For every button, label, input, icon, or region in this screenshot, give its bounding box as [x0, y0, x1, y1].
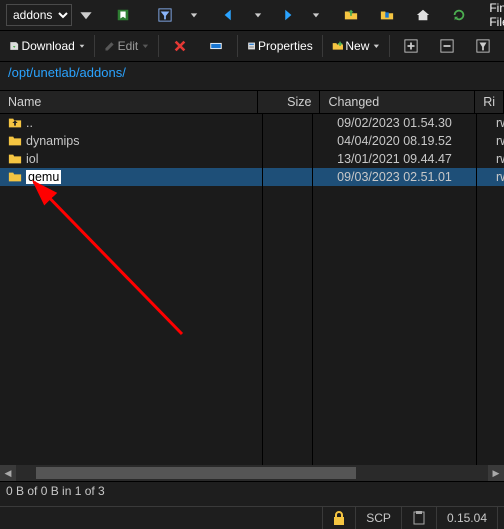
- table-row[interactable]: .. 09/02/2023 01.54.30rw: [0, 114, 504, 132]
- folder-icon: [8, 170, 22, 184]
- download-button[interactable]: Download: [4, 33, 90, 59]
- home-button[interactable]: [406, 2, 440, 28]
- file-panel: Name Size Changed Ri .. 09/02/2023 01.54.…: [0, 91, 504, 481]
- column-divider: [476, 114, 477, 465]
- view-minus-button[interactable]: [430, 33, 464, 59]
- new-button[interactable]: New: [327, 33, 385, 59]
- selection-status: 0 B of 0 B in 1 of 3: [0, 481, 504, 506]
- separator: [237, 35, 238, 57]
- file-changed: 13/01/2021 09.44.47: [329, 152, 488, 166]
- rename-button[interactable]: [199, 33, 233, 59]
- address-combo[interactable]: addons: [6, 4, 72, 26]
- toolbar-top: addons Find Files: [0, 0, 504, 31]
- col-name[interactable]: Name: [0, 91, 258, 113]
- toolbar-second: Download Edit Properties New: [0, 31, 504, 62]
- dropdown-button[interactable]: [74, 2, 98, 28]
- dropdown-button[interactable]: [184, 2, 204, 28]
- file-rights: rw: [488, 152, 504, 166]
- file-changed: 09/03/2023 02.51.01: [329, 170, 488, 184]
- file-name: iol: [26, 152, 39, 166]
- protocol-cell: SCP: [355, 507, 401, 529]
- parent-folder-icon: [8, 116, 22, 130]
- horizontal-scrollbar[interactable]: ◀ ▶: [0, 465, 504, 481]
- filter-button[interactable]: [148, 2, 182, 28]
- edit-button[interactable]: Edit: [99, 33, 154, 59]
- file-rights: rw: [488, 116, 504, 130]
- column-divider: [312, 114, 313, 465]
- scroll-right-button[interactable]: ▶: [488, 465, 504, 481]
- lock-indicator[interactable]: [322, 507, 355, 529]
- view-plus-button[interactable]: [394, 33, 428, 59]
- progress-cell[interactable]: [401, 507, 436, 529]
- column-headers: Name Size Changed Ri: [0, 91, 504, 114]
- file-rights: rw: [488, 134, 504, 148]
- find-files-label: Find Files: [489, 1, 504, 29]
- properties-label: Properties: [258, 39, 313, 53]
- edit-label: Edit: [118, 39, 139, 53]
- table-row[interactable]: qemu 09/03/2023 02.51.01rw: [0, 168, 504, 186]
- table-row[interactable]: dynamips 04/04/2020 08.19.52rw: [0, 132, 504, 150]
- scroll-left-button[interactable]: ◀: [0, 465, 16, 481]
- annotation-arrow: [22, 174, 202, 344]
- elapsed-cell: 0.15.04: [436, 507, 497, 529]
- delete-button[interactable]: [163, 33, 197, 59]
- path-bar[interactable]: /opt/unetlab/addons/: [0, 62, 504, 91]
- clipboard-icon: [412, 511, 426, 525]
- root-dir-button[interactable]: [370, 2, 404, 28]
- find-files-button[interactable]: Find Files: [484, 2, 504, 28]
- col-size[interactable]: Size: [258, 91, 321, 113]
- file-changed: 09/02/2023 01.54.30: [329, 116, 488, 130]
- status-end: [497, 507, 504, 529]
- nav-back-button[interactable]: [212, 2, 246, 28]
- col-changed[interactable]: Changed: [320, 91, 475, 113]
- col-rights[interactable]: Ri: [475, 91, 504, 113]
- lock-icon: [333, 511, 345, 525]
- file-list[interactable]: ..09/02/2023 01.54.30rwdynamips04/04/202…: [0, 114, 504, 465]
- file-name: ..: [26, 116, 33, 130]
- parent-dir-button[interactable]: [334, 2, 368, 28]
- file-name: dynamips: [26, 134, 80, 148]
- file-rights: rw: [488, 170, 504, 184]
- nav-forward-button[interactable]: [270, 2, 304, 28]
- path-text: /opt/unetlab/addons/: [8, 65, 126, 80]
- separator: [322, 35, 323, 57]
- download-label: Download: [21, 39, 74, 53]
- properties-button[interactable]: Properties: [242, 33, 318, 59]
- view-filter-button[interactable]: [466, 33, 500, 59]
- scroll-thumb[interactable]: [36, 467, 356, 479]
- separator: [389, 35, 390, 57]
- new-label: New: [345, 39, 369, 53]
- dropdown-button[interactable]: [248, 2, 268, 28]
- separator: [94, 35, 95, 57]
- bookmark-button[interactable]: [106, 2, 140, 28]
- column-divider: [262, 114, 263, 465]
- folder-icon: [8, 134, 22, 148]
- table-row[interactable]: iol 13/01/2021 09.44.47rw: [0, 150, 504, 168]
- scroll-track[interactable]: [16, 465, 488, 481]
- dropdown-button[interactable]: [306, 2, 326, 28]
- separator: [158, 35, 159, 57]
- connection-status-bar: SCP 0.15.04: [0, 506, 504, 529]
- refresh-button[interactable]: [442, 2, 476, 28]
- file-name: qemu: [26, 170, 61, 184]
- file-changed: 04/04/2020 08.19.52: [329, 134, 488, 148]
- folder-icon: [8, 152, 22, 166]
